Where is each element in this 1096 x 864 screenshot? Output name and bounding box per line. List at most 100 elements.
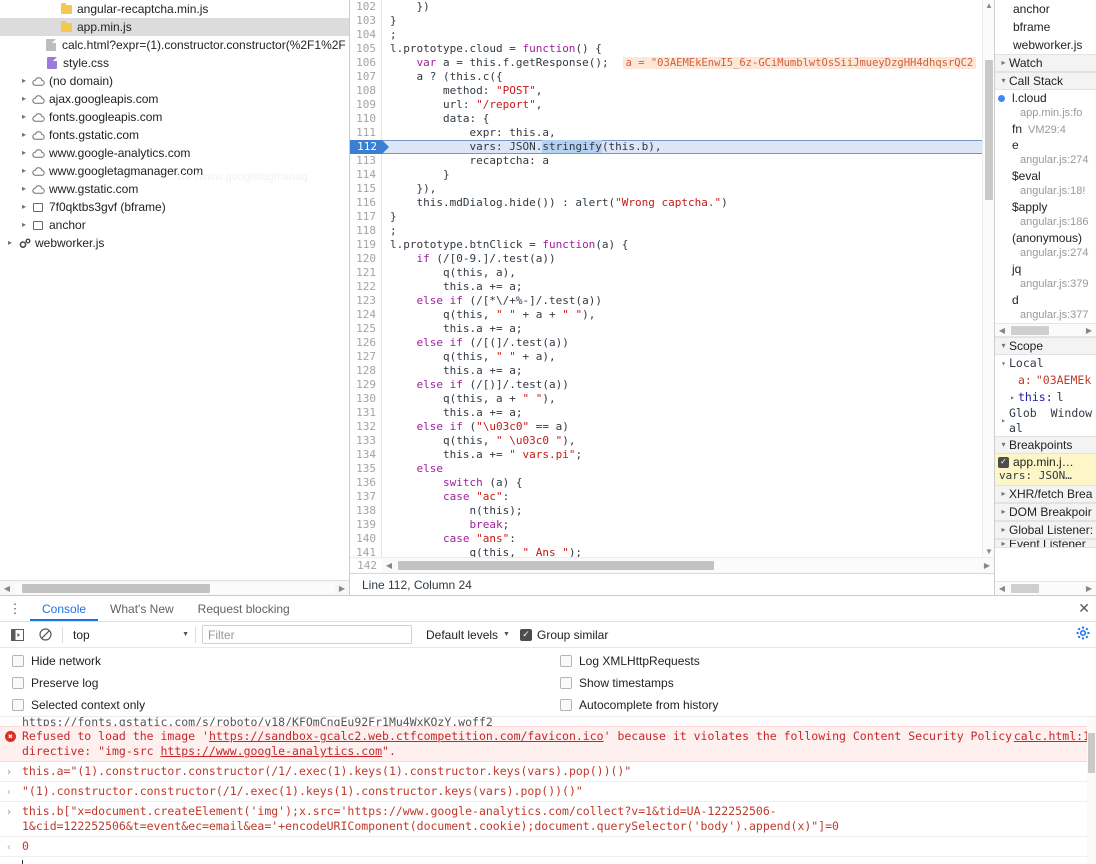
line-number[interactable]: 105 xyxy=(350,42,382,56)
console-output-row[interactable]: ‹"(1).constructor.constructor(/1/.exec(1… xyxy=(0,782,1096,802)
tree-item[interactable]: ▸www.google-analytics.com xyxy=(0,144,349,162)
section-scope[interactable]: ▾Scope xyxy=(995,337,1096,355)
line-number[interactable]: 106 xyxy=(350,56,382,70)
tab-whats-new[interactable]: What's New xyxy=(98,596,186,621)
code-line[interactable]: 111 expr: this.a, xyxy=(350,126,982,140)
line-number[interactable]: 108 xyxy=(350,84,382,98)
console-setting[interactable]: Selected context only xyxy=(12,698,560,712)
tree-twisty-icon[interactable]: ▸ xyxy=(18,216,30,234)
section-event-listeners[interactable]: ▸Event Listener xyxy=(995,539,1096,548)
tree-twisty-icon[interactable]: ▸ xyxy=(18,126,30,144)
section-call-stack[interactable]: ▾Call Stack xyxy=(995,72,1096,90)
debugger-top-item[interactable]: webworker.js xyxy=(995,36,1096,54)
line-number[interactable]: 138 xyxy=(350,504,382,518)
code-scroll-right-arrow[interactable]: ▶ xyxy=(980,561,994,570)
section-twisty-icon[interactable]: ▾ xyxy=(998,337,1009,355)
tree-item[interactable]: ▸www.gstatic.com xyxy=(0,180,349,198)
code-line[interactable]: 138 n(this); xyxy=(350,504,982,518)
code-line[interactable]: 139 break; xyxy=(350,518,982,532)
navigator-scroll-thumb[interactable] xyxy=(22,584,210,593)
editor-vscroll-thumb[interactable] xyxy=(985,60,993,200)
code-line[interactable]: 113 recaptcha: a xyxy=(350,154,982,168)
scope-var-twisty-icon[interactable]: ▸ xyxy=(1007,389,1018,406)
code-scroll-region[interactable]: 102 })103}104;105l.prototype.cloud = fun… xyxy=(350,0,982,557)
code-line[interactable]: 108 method: "POST", xyxy=(350,84,982,98)
console-message-list[interactable]: https://fonts.gstatic.com/s/roboto/v18/K… xyxy=(0,717,1096,864)
dbg-bottom-thumb[interactable] xyxy=(1011,584,1039,593)
section-watch[interactable]: ▸Watch xyxy=(995,54,1096,72)
tree-twisty-icon[interactable]: ▸ xyxy=(18,108,30,126)
tab-console[interactable]: Console xyxy=(30,596,98,621)
code-line[interactable]: 121 q(this, a), xyxy=(350,266,982,280)
code-line[interactable]: 133 q(this, " \u03c0 "), xyxy=(350,434,982,448)
file-tree[interactable]: angular-recaptcha.min.jsapp.min.jscalc.h… xyxy=(0,0,349,580)
tree-item[interactable]: ▸fonts.gstatic.com xyxy=(0,126,349,144)
call-stack-frame[interactable]: $applyangular.js:186 xyxy=(995,199,1096,230)
console-setting-checkbox[interactable] xyxy=(560,677,572,689)
navigator-scroll-track[interactable] xyxy=(14,583,335,594)
scroll-left-arrow[interactable]: ◀ xyxy=(0,584,14,593)
console-setting[interactable]: Show timestamps xyxy=(560,676,718,690)
scope-twisty-icon[interactable]: ▾ xyxy=(998,355,1009,372)
tree-item[interactable]: app.min.js xyxy=(0,18,349,36)
line-number[interactable]: 130 xyxy=(350,392,382,406)
tree-item[interactable]: angular-recaptcha.min.js xyxy=(0,0,349,18)
code-line[interactable]: 126 else if (/[(]/.test(a)) xyxy=(350,336,982,350)
clear-console-icon[interactable] xyxy=(34,625,56,645)
console-setting-checkbox[interactable] xyxy=(12,655,24,667)
console-setting-checkbox[interactable] xyxy=(12,677,24,689)
line-number[interactable]: 102 xyxy=(350,0,382,14)
line-number[interactable]: 119 xyxy=(350,238,382,252)
code-scroll-track[interactable] xyxy=(396,560,980,571)
line-number[interactable]: 111 xyxy=(350,126,382,140)
code-line[interactable]: 128 this.a += a; xyxy=(350,364,982,378)
execution-context-select[interactable]: top ▼ xyxy=(69,628,189,642)
code-line[interactable]: 140 case "ans": xyxy=(350,532,982,546)
section-twisty-icon-el[interactable]: ▸ xyxy=(998,539,1009,548)
call-stack-hscrollbar[interactable]: ◀▶ xyxy=(995,323,1096,337)
dbg-bottom-track[interactable] xyxy=(1009,583,1082,594)
line-number[interactable]: 127 xyxy=(350,350,382,364)
line-number[interactable]: 135 xyxy=(350,462,382,476)
line-number[interactable]: 104 xyxy=(350,28,382,42)
line-number[interactable]: 116 xyxy=(350,196,382,210)
section-twisty-icon[interactable]: ▸ xyxy=(998,485,1009,503)
scope-global-twisty-icon[interactable]: ▸ xyxy=(998,406,1009,436)
breakpoint-item[interactable]: ✓app.min.j…vars: JSON… xyxy=(995,454,1096,485)
debugger-top-item[interactable]: anchor xyxy=(995,0,1096,18)
call-stack-frame[interactable]: (anonymous)angular.js:274 xyxy=(995,230,1096,261)
call-stack-frame[interactable]: $evalangular.js:18! xyxy=(995,168,1096,199)
tree-twisty-icon[interactable]: ▸ xyxy=(18,198,30,216)
line-number[interactable]: 137 xyxy=(350,490,382,504)
code-line[interactable]: 124 q(this, " " + a + " "), xyxy=(350,308,982,322)
tree-item[interactable]: ▸7f0qktbs3gvf (bframe) xyxy=(0,198,349,216)
code-scroll-left-arrow[interactable]: ◀ xyxy=(382,561,396,570)
call-stack-frame[interactable]: dangular.js:377 xyxy=(995,292,1096,323)
code-line[interactable]: 115 }), xyxy=(350,182,982,196)
section-dom-breakpoints[interactable]: ▸DOM Breakpoir xyxy=(995,503,1096,521)
code-line[interactable]: 110 data: { xyxy=(350,112,982,126)
console-setting-checkbox[interactable] xyxy=(12,699,24,711)
code-viewport[interactable]: 102 })103}104;105l.prototype.cloud = fun… xyxy=(350,0,994,557)
tree-item[interactable]: calc.html?expr=(1).constructor.construct… xyxy=(0,36,349,54)
section-twisty-icon[interactable]: ▾ xyxy=(998,72,1009,90)
code-line[interactable]: 117} xyxy=(350,210,982,224)
code-line[interactable]: 103} xyxy=(350,14,982,28)
code-line[interactable]: 131 this.a += a; xyxy=(350,406,982,420)
line-number[interactable]: 133 xyxy=(350,434,382,448)
call-stack-frame[interactable]: jqangular.js:379 xyxy=(995,261,1096,292)
log-levels-select[interactable]: Default levels ▼ xyxy=(426,628,510,642)
tree-item[interactable]: ▸webworker.js xyxy=(0,234,349,252)
group-similar-toggle[interactable]: ✓ Group similar xyxy=(520,628,608,642)
line-number[interactable]: 115 xyxy=(350,182,382,196)
line-number[interactable]: 107 xyxy=(350,70,382,84)
line-number[interactable]: 117 xyxy=(350,210,382,224)
tree-twisty-icon[interactable]: ▸ xyxy=(18,162,30,180)
tree-item[interactable]: ▸fonts.googleapis.com xyxy=(0,108,349,126)
dbg-bottom-left-arrow[interactable]: ◀ xyxy=(995,584,1009,593)
section-twisty-icon[interactable]: ▾ xyxy=(998,436,1009,454)
code-line[interactable]: 114 } xyxy=(350,168,982,182)
code-line[interactable]: 105l.prototype.cloud = function() { xyxy=(350,42,982,56)
line-number[interactable]: 139 xyxy=(350,518,382,532)
code-line[interactable]: 119l.prototype.btnClick = function(a) { xyxy=(350,238,982,252)
